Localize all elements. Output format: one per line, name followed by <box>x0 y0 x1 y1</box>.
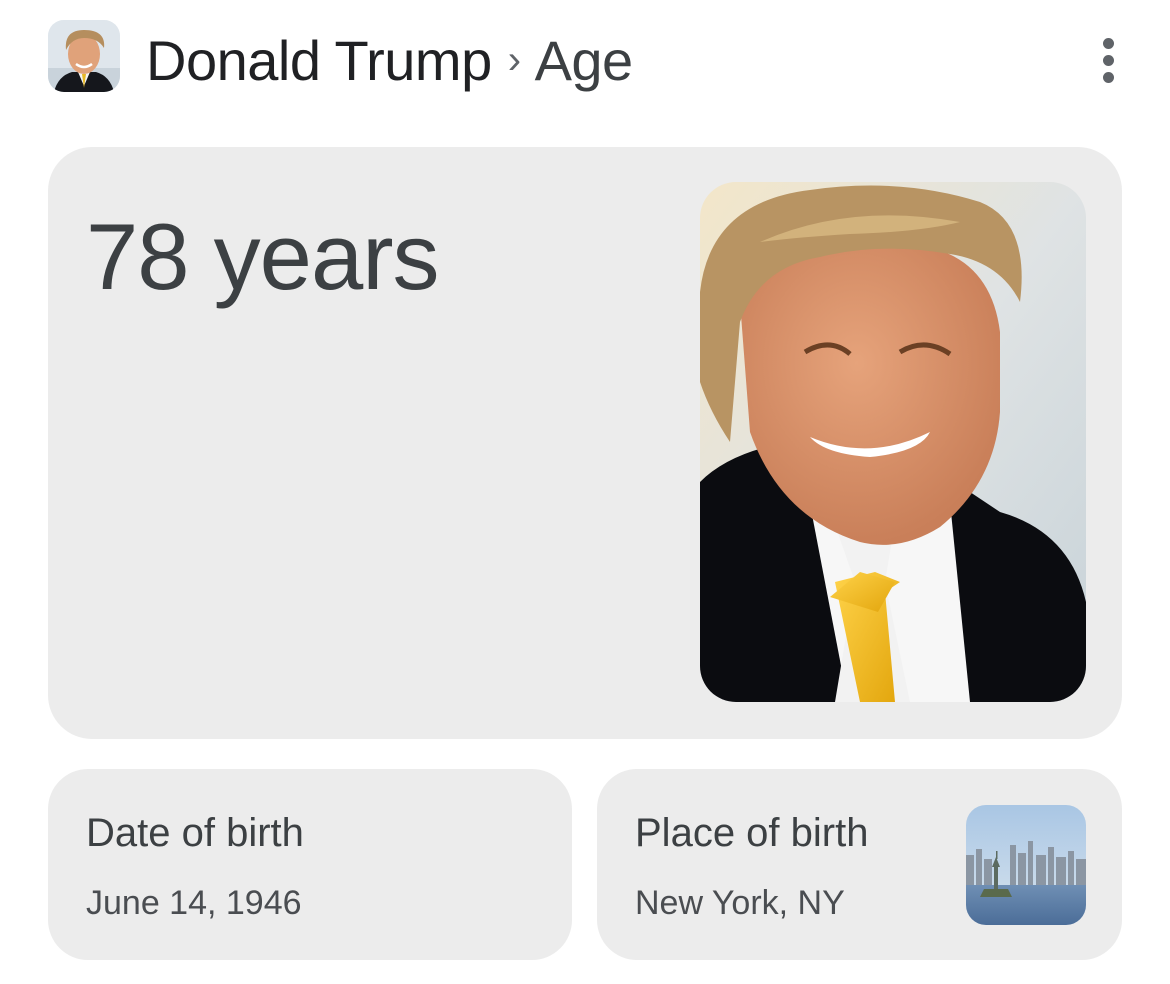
date-of-birth-value: June 14, 1946 <box>86 884 302 922</box>
more-vert-icon[interactable] <box>1088 28 1128 92</box>
chevron-right-icon: › <box>507 37 521 82</box>
city-skyline-icon <box>966 805 1086 925</box>
portrait-photo-icon <box>700 182 1086 702</box>
date-of-birth-label: Date of birth <box>86 811 304 855</box>
breadcrumb-attribute: Age <box>534 28 634 92</box>
more-dot <box>1102 37 1114 49</box>
city-skyline-thumbnail[interactable] <box>966 805 1086 925</box>
place-of-birth-label: Place of birth <box>635 811 869 855</box>
breadcrumb-entity[interactable]: Donald Trump <box>146 28 492 93</box>
person-photo-icon <box>48 20 120 92</box>
entity-avatar-icon[interactable] <box>48 20 120 92</box>
breadcrumb: Donald Trump › Age <box>146 24 633 96</box>
more-dot <box>1102 71 1114 83</box>
age-value: 78 years <box>86 204 440 309</box>
date-of-birth-card[interactable]: Date of birth June 14, 1946 <box>48 769 572 960</box>
portrait-image[interactable] <box>700 182 1086 702</box>
header: Donald Trump › Age <box>48 20 1128 100</box>
age-answer-card[interactable]: 78 years <box>48 147 1122 739</box>
place-of-birth-card[interactable]: Place of birth New York, NY <box>597 769 1122 960</box>
place-of-birth-value: New York, NY <box>635 884 845 922</box>
more-dot <box>1102 54 1114 66</box>
